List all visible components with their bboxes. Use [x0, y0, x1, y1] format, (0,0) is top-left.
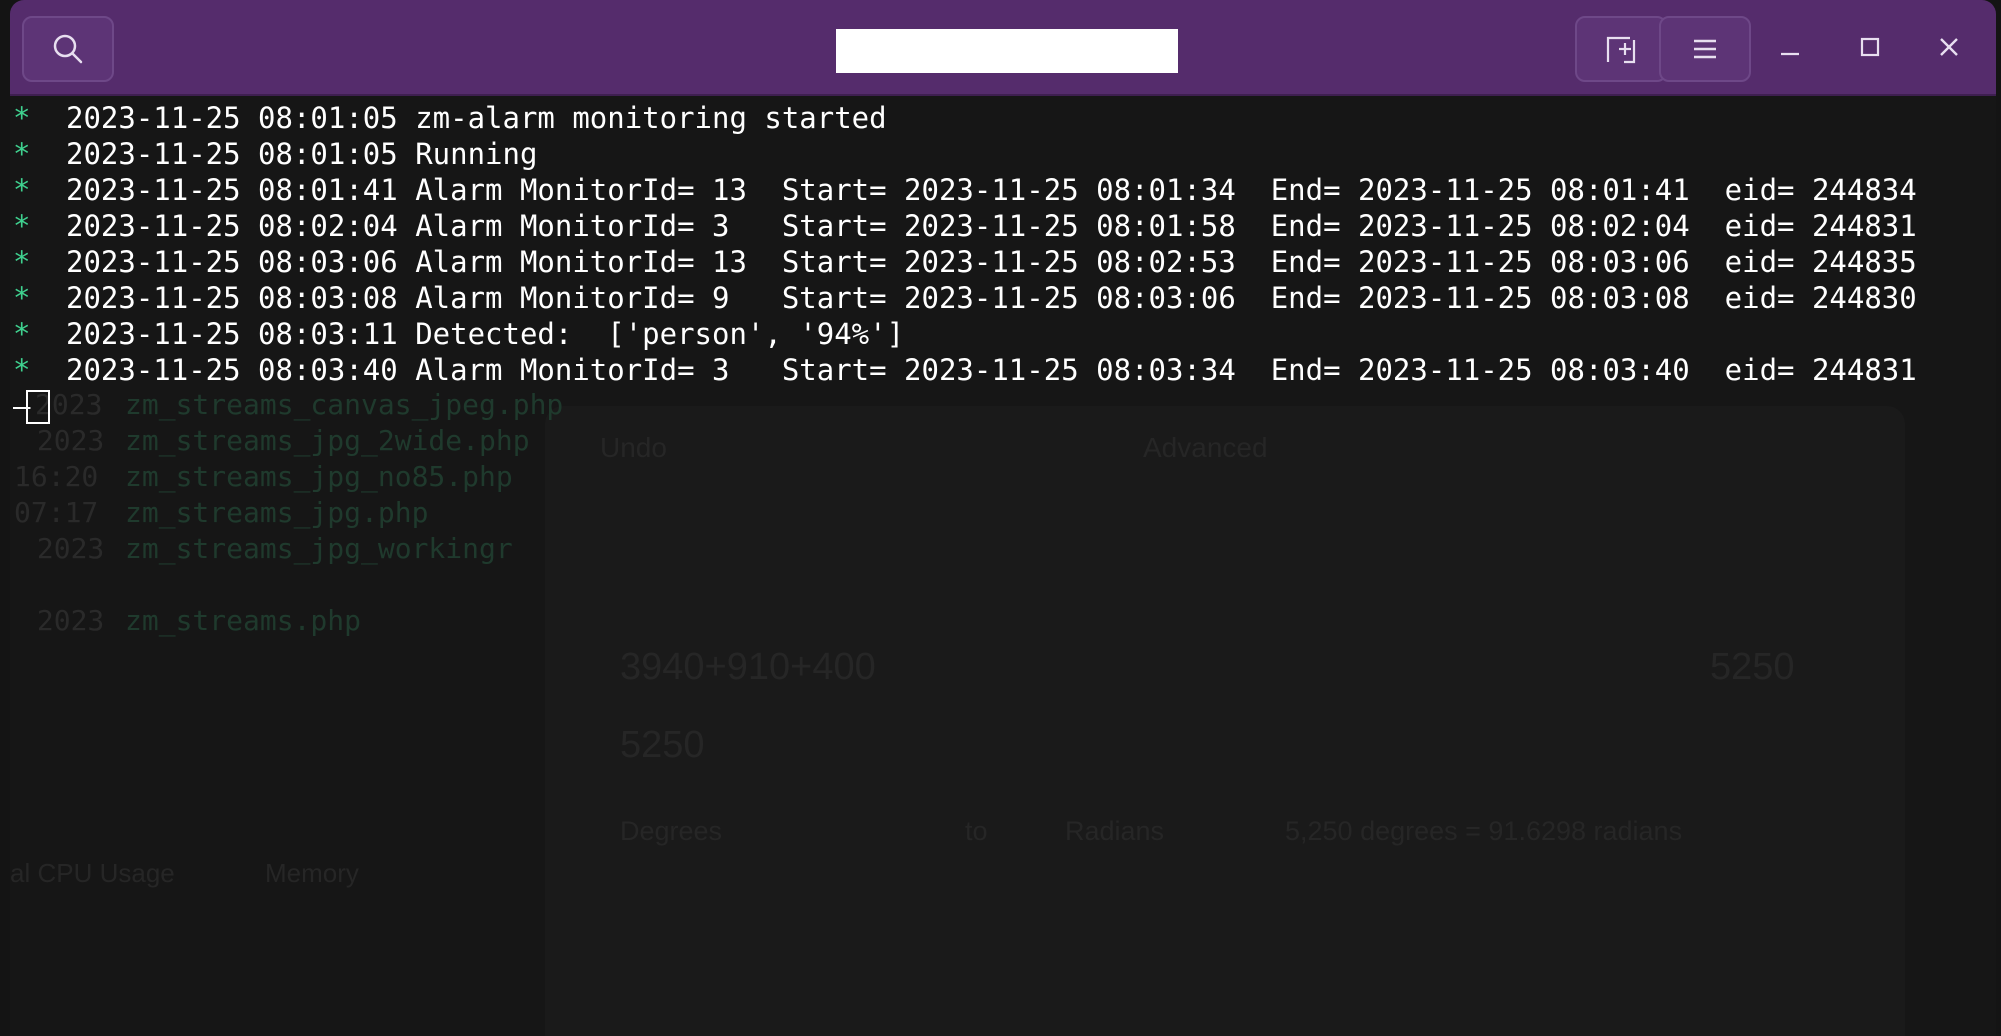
line-text: 2023-11-25 08:02:04 Alarm MonitorId= 3 S…	[66, 209, 1917, 243]
prompt-line[interactable]: –	[10, 388, 115, 424]
ghost-file-name: zm_streams_jpg.php	[125, 496, 429, 529]
line-text: 2023-11-25 08:03:08 Alarm MonitorId= 9 S…	[66, 281, 1917, 315]
line-text: 2023-11-25 08:01:41 Alarm MonitorId= 13 …	[66, 173, 1917, 207]
ghost-file-name: zm_streams.php	[125, 604, 362, 637]
ghost-from-unit: Degrees	[620, 816, 723, 846]
line-text: 2023-11-25 08:01:05 zm-alarm monitoring …	[66, 101, 887, 135]
ghost-result: 5250	[620, 724, 705, 766]
maximize-button[interactable]	[1845, 24, 1895, 74]
line-bullet: *	[13, 137, 31, 171]
ghost-to-label: to	[965, 816, 988, 846]
ghost-memory-label: Memory	[265, 858, 359, 888]
ghost-conversion: 5,250 degrees = 91.6298 radians	[1285, 816, 1683, 846]
ghost-file-name: zm_streams_jpg_2wide.php	[125, 424, 530, 457]
line-bullet: *	[13, 209, 31, 243]
new-tab-icon	[1604, 34, 1638, 64]
ghost-file-date: 2023	[20, 604, 105, 637]
search-button[interactable]	[22, 16, 114, 82]
terminal-line: * 2023-11-25 08:03:08 Alarm MonitorId= 9…	[10, 280, 1917, 316]
close-button[interactable]	[1924, 24, 1974, 74]
ghost-cpu-label: al CPU Usage	[10, 858, 175, 888]
terminal-output[interactable]: Undo Advanced 3940+910+400 5250 5250 Deg…	[10, 96, 1996, 1036]
line-bullet: *	[13, 101, 31, 135]
terminal-line: * 2023-11-25 08:03:40 Alarm MonitorId= 3…	[10, 352, 1917, 388]
minimize-icon	[1779, 36, 1801, 62]
search-icon	[51, 32, 85, 66]
terminal-line: * 2023-11-25 08:01:05 zm-alarm monitorin…	[10, 100, 887, 136]
text-cursor	[26, 390, 50, 424]
line-text: 2023-11-25 08:01:05 Running	[66, 137, 538, 171]
ghost-undo-label: Undo	[600, 432, 667, 463]
line-bullet: *	[13, 173, 31, 207]
menu-button[interactable]	[1659, 16, 1751, 82]
line-text: 2023-11-25 08:03:40 Alarm MonitorId= 3 S…	[66, 353, 1917, 387]
ghost-file-name: zm_streams_jpg_workingr	[125, 532, 513, 565]
ghost-to-unit: Radians	[1065, 816, 1165, 846]
close-icon	[1938, 36, 1960, 62]
terminal-line: * 2023-11-25 08:03:06 Alarm MonitorId= 1…	[10, 244, 1917, 280]
terminal-line: * 2023-11-25 08:01:41 Alarm MonitorId= 1…	[10, 172, 1917, 208]
ghost-result-right: 5250	[1710, 646, 1795, 688]
ghost-mode-label: Advanced	[1143, 432, 1268, 463]
ghost-expression: 3940+910+400	[620, 646, 876, 688]
maximize-icon	[1859, 36, 1881, 62]
minimize-button[interactable]	[1765, 24, 1815, 74]
ghost-file-date: 2023	[20, 532, 105, 565]
line-bullet: *	[13, 245, 31, 279]
window-title	[836, 29, 1178, 73]
terminal-line: * 2023-11-25 08:02:04 Alarm MonitorId= 3…	[10, 208, 1917, 244]
ghost-file-name: zm_streams_jpg_no85.php	[125, 460, 513, 493]
terminal-lines: * 2023-11-25 08:01:05 zm-alarm monitorin…	[10, 100, 1917, 424]
ghost-file-date: 07:17	[14, 496, 99, 529]
line-bullet: *	[13, 353, 31, 387]
terminal-line: * 2023-11-25 08:01:05 Running	[10, 136, 537, 172]
line-bullet: *	[13, 281, 31, 315]
ghost-calculator-window: Undo Advanced 3940+910+400 5250 5250 Deg…	[545, 406, 1905, 1036]
new-tab-button[interactable]	[1575, 16, 1667, 82]
ghost-file-name: zm_streams_canvas_jpeg.php	[125, 388, 564, 421]
line-bullet: *	[13, 317, 31, 351]
terminal-headerbar	[10, 0, 1996, 96]
terminal-line: * 2023-11-25 08:03:11 Detected: ['person…	[10, 316, 904, 352]
line-text: 2023-11-25 08:03:11 Detected: ['person',…	[66, 317, 905, 351]
line-text: 2023-11-25 08:03:06 Alarm MonitorId= 13 …	[66, 245, 1917, 279]
hamburger-menu-icon	[1692, 38, 1718, 60]
